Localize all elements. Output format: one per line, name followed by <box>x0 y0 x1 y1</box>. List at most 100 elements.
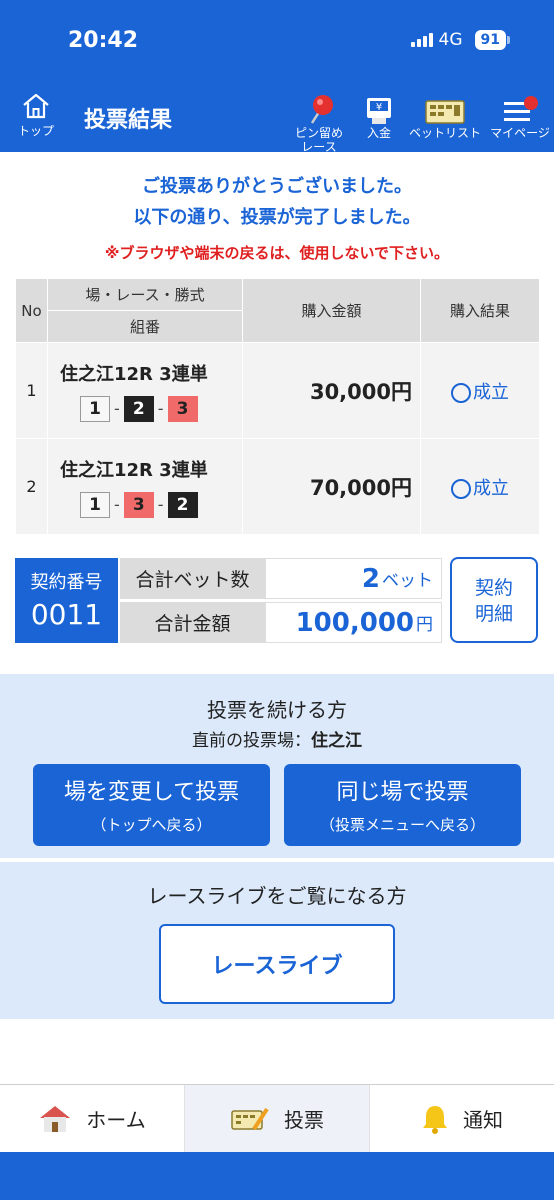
table-row: 2 住之江12R 3連単 1 - 3 - 2 70,000円 成立 <box>15 438 540 535</box>
row-no: 1 <box>15 342 48 439</box>
previous-venue-label: 直前の投票場： <box>192 731 311 751</box>
row-race-cell: 住之江12R 3連単 1 - 3 - 2 <box>47 438 243 535</box>
total-amount-value-cell: 100,000 円 <box>265 602 442 643</box>
contract-detail-label-2: 明細 <box>474 603 513 625</box>
tab-home-label: ホーム <box>86 1108 146 1132</box>
status-time: 20:42 <box>68 28 139 53</box>
notification-dot-icon <box>524 96 538 110</box>
nav-deposit-label: 入金 <box>366 126 391 140</box>
row-amount: 30,000円 <box>242 342 421 439</box>
tab-notification-label: 通知 <box>463 1108 503 1132</box>
combo-boxes: 1 - 3 - 2 <box>80 491 242 518</box>
tab-vote-label: 投票 <box>284 1108 324 1132</box>
nav-deposit-button[interactable]: ¥ 入金 <box>358 90 400 140</box>
header-amount: 購入金額 <box>242 278 421 343</box>
completion-message: 以下の通り、投票が完了しました。 <box>133 207 421 228</box>
continue-voting-panel: 投票を続ける方 直前の投票場：住之江 場を変更して投票 （トップへ戻る） 同じ場… <box>0 674 554 858</box>
nav-pin-label-1: ピン留め <box>294 126 343 140</box>
pushpin-icon <box>310 95 333 124</box>
header-race: 場・レース・勝式 <box>47 278 243 311</box>
previous-venue: 直前の投票場：住之江 <box>0 726 554 751</box>
boat-number-box: 1 <box>80 491 110 518</box>
same-venue-label: 同じ場で投票 <box>336 780 469 805</box>
nav-betlist-label: ベットリスト <box>408 126 481 140</box>
header-result: 購入結果 <box>420 278 540 343</box>
continue-title: 投票を続ける方 <box>207 698 347 722</box>
header-no: No <box>15 278 48 343</box>
total-bets-label: 合計ベット数 <box>120 558 265 599</box>
race-live-panel: レースライブをご覧になる方 レースライブ <box>0 862 554 1019</box>
contract-label: 契約番号 <box>30 572 103 593</box>
house-icon <box>40 1105 71 1132</box>
home-outline-icon <box>23 93 49 119</box>
app-header: 20:42 4G 91 トップ 投票結果 ピン留め レース ¥ 入金 ベットリス… <box>0 0 554 154</box>
boat-number-box: 2 <box>167 491 198 518</box>
combo-separator: - <box>114 495 120 514</box>
change-venue-vote-button[interactable]: 場を変更して投票 （トップへ戻る） <box>33 764 270 846</box>
total-amount-row: 合計金額 100,000 円 <box>120 602 442 643</box>
contract-number: 0011 <box>30 598 103 631</box>
nav-mypage-button[interactable]: マイページ <box>486 90 554 140</box>
boat-number-box: 3 <box>123 491 154 518</box>
thanks-message: ご投票ありがとうございました。 <box>142 176 412 197</box>
race-live-title: レースライブをご覧になる方 <box>147 884 407 908</box>
row-amount: 70,000円 <box>242 438 421 535</box>
status-indicators: 4G 91 <box>410 30 511 50</box>
page-title: 投票結果 <box>84 108 173 133</box>
contract-detail-button[interactable]: 契約 明細 <box>450 557 538 643</box>
success-circle-icon <box>451 382 471 403</box>
ticket-pencil-icon <box>231 1107 269 1130</box>
row-result: 成立 <box>473 477 509 499</box>
header-combo: 組番 <box>47 310 243 343</box>
total-bets-value-cell: 2 ベット <box>265 558 442 599</box>
race-live-button[interactable]: レースライブ <box>159 924 395 1004</box>
tab-home[interactable]: ホーム <box>0 1085 185 1152</box>
row-race: 住之江12R 3連単 <box>60 459 208 481</box>
combo-separator: - <box>114 399 120 418</box>
total-bets-value: 2 <box>361 563 380 594</box>
total-bets-unit: ベット <box>382 571 433 591</box>
row-result-cell: 成立 <box>420 438 540 535</box>
boat-number-box: 3 <box>167 395 198 422</box>
svg-text:¥: ¥ <box>376 102 382 113</box>
battery-icon: 91 <box>474 30 511 50</box>
same-venue-vote-button[interactable]: 同じ場で投票 （投票メニューへ戻る） <box>284 764 521 846</box>
signal-icon <box>410 33 433 47</box>
row-no: 2 <box>15 438 48 535</box>
contract-detail-label-1: 契約 <box>474 577 513 599</box>
menu-icon <box>504 96 538 121</box>
row-result-cell: 成立 <box>420 342 540 439</box>
tab-notification[interactable]: 通知 <box>370 1085 554 1152</box>
total-bets-row: 合計ベット数 2 ベット <box>120 558 442 599</box>
tab-vote[interactable]: 投票 <box>185 1085 370 1152</box>
row-race: 住之江12R 3連単 <box>60 363 208 385</box>
nav-betlist-button[interactable]: ベットリスト <box>408 90 482 140</box>
table-row: 1 住之江12R 3連単 1 - 2 - 3 30,000円 成立 <box>15 342 540 439</box>
total-amount-unit: 円 <box>416 615 433 635</box>
nav-mypage-label: マイページ <box>490 126 550 140</box>
combo-boxes: 1 - 2 - 3 <box>80 395 242 422</box>
success-circle-icon <box>451 478 471 499</box>
previous-venue-name: 住之江 <box>311 731 362 751</box>
ticket-list-icon <box>425 100 465 124</box>
nav-pin-label-2: レース <box>301 140 337 154</box>
boat-number-box: 2 <box>123 395 154 422</box>
atm-yen-icon: ¥ <box>367 98 391 124</box>
same-venue-sublabel: （投票メニューへ戻る） <box>319 816 485 834</box>
nav-pinned-race-button[interactable]: ピン留め レース <box>288 90 350 154</box>
total-amount-value: 100,000 <box>295 607 414 638</box>
row-result: 成立 <box>473 381 509 403</box>
nav-top-label: トップ <box>17 124 54 138</box>
total-amount-label: 合計金額 <box>120 602 265 643</box>
row-race-cell: 住之江12R 3連単 1 - 2 - 3 <box>47 342 243 439</box>
boat-number-box: 1 <box>80 395 110 422</box>
back-warning: ※ブラウザや端末の戻るは、使用しないで下さい。 <box>104 244 450 262</box>
nav-top-button[interactable]: トップ <box>14 92 58 139</box>
contract-number-box: 契約番号 0011 <box>15 558 118 643</box>
bottom-safe-area <box>0 1152 554 1200</box>
bell-icon <box>423 1105 447 1134</box>
combo-separator: - <box>157 495 164 514</box>
bottom-tab-bar: ホーム 投票 通知 <box>0 1084 554 1152</box>
change-venue-sublabel: （トップへ戻る） <box>91 816 212 834</box>
combo-separator: - <box>157 399 164 418</box>
